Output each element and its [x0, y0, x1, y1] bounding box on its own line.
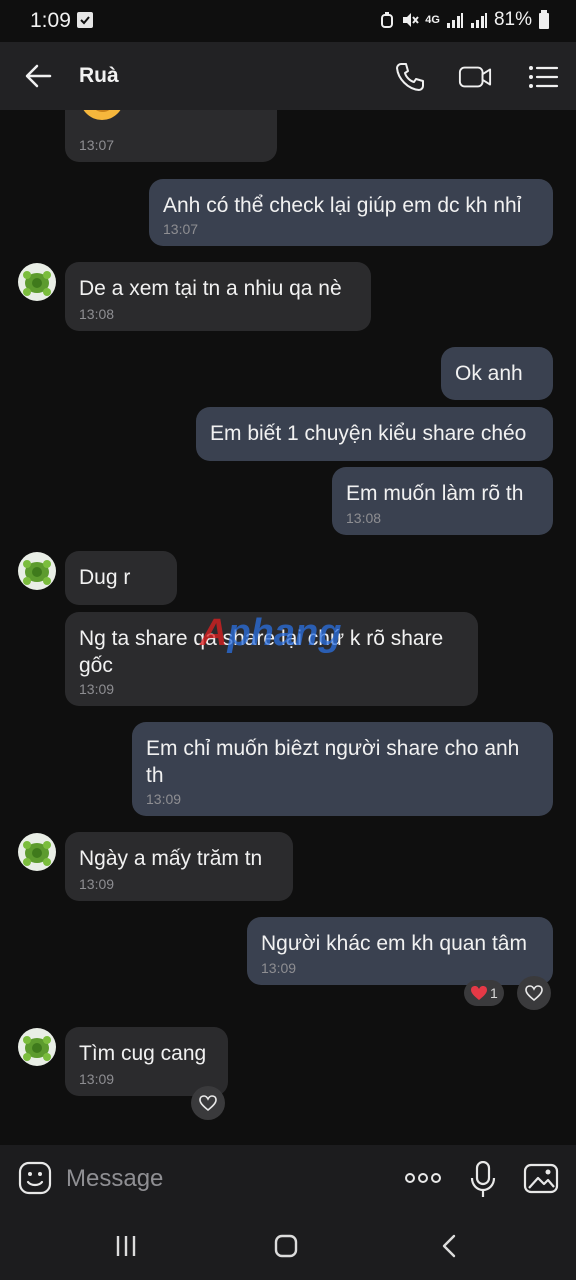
turtle-avatar-icon — [23, 560, 51, 585]
turtle-avatar-icon — [23, 271, 51, 296]
message-text: Ngày a mấy trăm tn — [79, 847, 263, 870]
message-outgoing[interactable]: Em biết 1 chuyện kiểu share chéo — [196, 407, 553, 461]
home-icon[interactable] — [273, 1233, 299, 1259]
message-text: Em muốn làm rõ th — [346, 482, 524, 505]
watermark-part2: phang — [227, 612, 342, 654]
signal-icon — [446, 13, 463, 28]
emoji-icon[interactable] — [18, 1161, 52, 1195]
message-incoming[interactable]: De a xem tại tn a nhiu qa nè 13:08 — [65, 262, 371, 331]
message-input[interactable]: Message — [66, 1165, 163, 1193]
message-time: 13:08 — [346, 510, 382, 526]
turtle-avatar-icon — [23, 1036, 51, 1061]
message-time: 13:07 — [163, 221, 199, 237]
message-composer: Message — [0, 1145, 576, 1215]
message-incoming[interactable]: 13:07 — [65, 110, 277, 162]
system-nav-bar — [0, 1215, 576, 1280]
avatar[interactable] — [18, 263, 56, 301]
message-time: 13:09 — [261, 960, 297, 976]
message-text: Người khác em kh quan tâm — [261, 932, 527, 955]
status-time: 1:09 — [30, 9, 71, 32]
message-outgoing[interactable]: Anh có thể check lại giúp em dc kh nhỉ 1… — [149, 179, 553, 246]
message-outgoing[interactable]: Ok anh — [441, 347, 553, 400]
video-call-icon[interactable] — [458, 60, 492, 94]
message-text: Em biết 1 chuyện kiểu share chéo — [210, 422, 527, 445]
message-outgoing[interactable]: Người khác em kh quan tâm 13:09 — [247, 917, 553, 985]
message-text: Anh có thể check lại giúp em dc kh nhỉ — [163, 194, 522, 217]
avatar[interactable] — [18, 1028, 56, 1066]
status-bar: 1:09 4G 81% — [0, 0, 576, 42]
alarm-icon — [381, 12, 394, 28]
reaction-count: 1 — [490, 985, 498, 1001]
recent-apps-icon[interactable] — [113, 1233, 139, 1259]
more-icon[interactable] — [404, 1172, 442, 1184]
checkbox-notification-icon — [77, 12, 93, 28]
status-icons: 4G 81% — [379, 9, 550, 31]
message-time: 13:09 — [79, 876, 115, 892]
message-incoming[interactable]: Ngày a mấy trăm tn 13:09 — [65, 832, 293, 901]
microphone-icon[interactable] — [470, 1161, 496, 1199]
menu-list-icon[interactable] — [526, 60, 560, 94]
add-reaction-button[interactable] — [517, 976, 551, 1010]
message-text: De a xem tại tn a nhiu qa nè — [79, 277, 342, 300]
back-nav-icon[interactable] — [437, 1233, 463, 1259]
message-time: 13:08 — [79, 306, 115, 322]
phone-icon[interactable] — [393, 60, 427, 94]
gallery-icon[interactable] — [523, 1161, 559, 1195]
battery-icon — [539, 10, 549, 29]
turtle-avatar-icon — [23, 841, 51, 866]
message-text: Dug r — [79, 566, 131, 589]
avatar[interactable] — [18, 833, 56, 871]
heart-reaction-icon — [471, 986, 487, 1000]
emoji-image — [83, 110, 121, 120]
signal-icon-2 — [470, 13, 487, 28]
add-reaction-button[interactable] — [191, 1086, 225, 1120]
avatar[interactable] — [18, 552, 56, 590]
arrow-left-icon[interactable] — [24, 62, 52, 90]
mute-icon — [403, 13, 420, 27]
battery-percent: 81% — [493, 9, 532, 30]
heart-outline-icon — [525, 985, 543, 1001]
contact-name[interactable]: Ruà — [79, 64, 119, 88]
message-text: Em chỉ muốn biêzt người share cho anh th — [146, 737, 520, 787]
message-incoming[interactable]: Dug r — [65, 551, 177, 605]
heart-outline-icon — [199, 1095, 217, 1111]
message-time: 13:09 — [79, 681, 115, 697]
message-text: Ok anh — [455, 362, 523, 385]
message-outgoing[interactable]: Em chỉ muốn biêzt người share cho anh th… — [132, 722, 553, 816]
message-outgoing[interactable]: Em muốn làm rõ th 13:08 — [332, 467, 553, 535]
message-text: Tìm cug cang — [79, 1042, 207, 1065]
message-time: 13:09 — [79, 1071, 115, 1087]
chat-header: Ruà — [0, 42, 576, 110]
network-type: 4G — [425, 14, 440, 26]
watermark-logo: Aphang — [200, 612, 341, 655]
watermark-part1: A — [200, 612, 228, 654]
message-time: 13:07 — [79, 137, 115, 153]
message-time: 13:09 — [146, 791, 182, 807]
reaction-summary[interactable]: 1 — [464, 980, 504, 1006]
